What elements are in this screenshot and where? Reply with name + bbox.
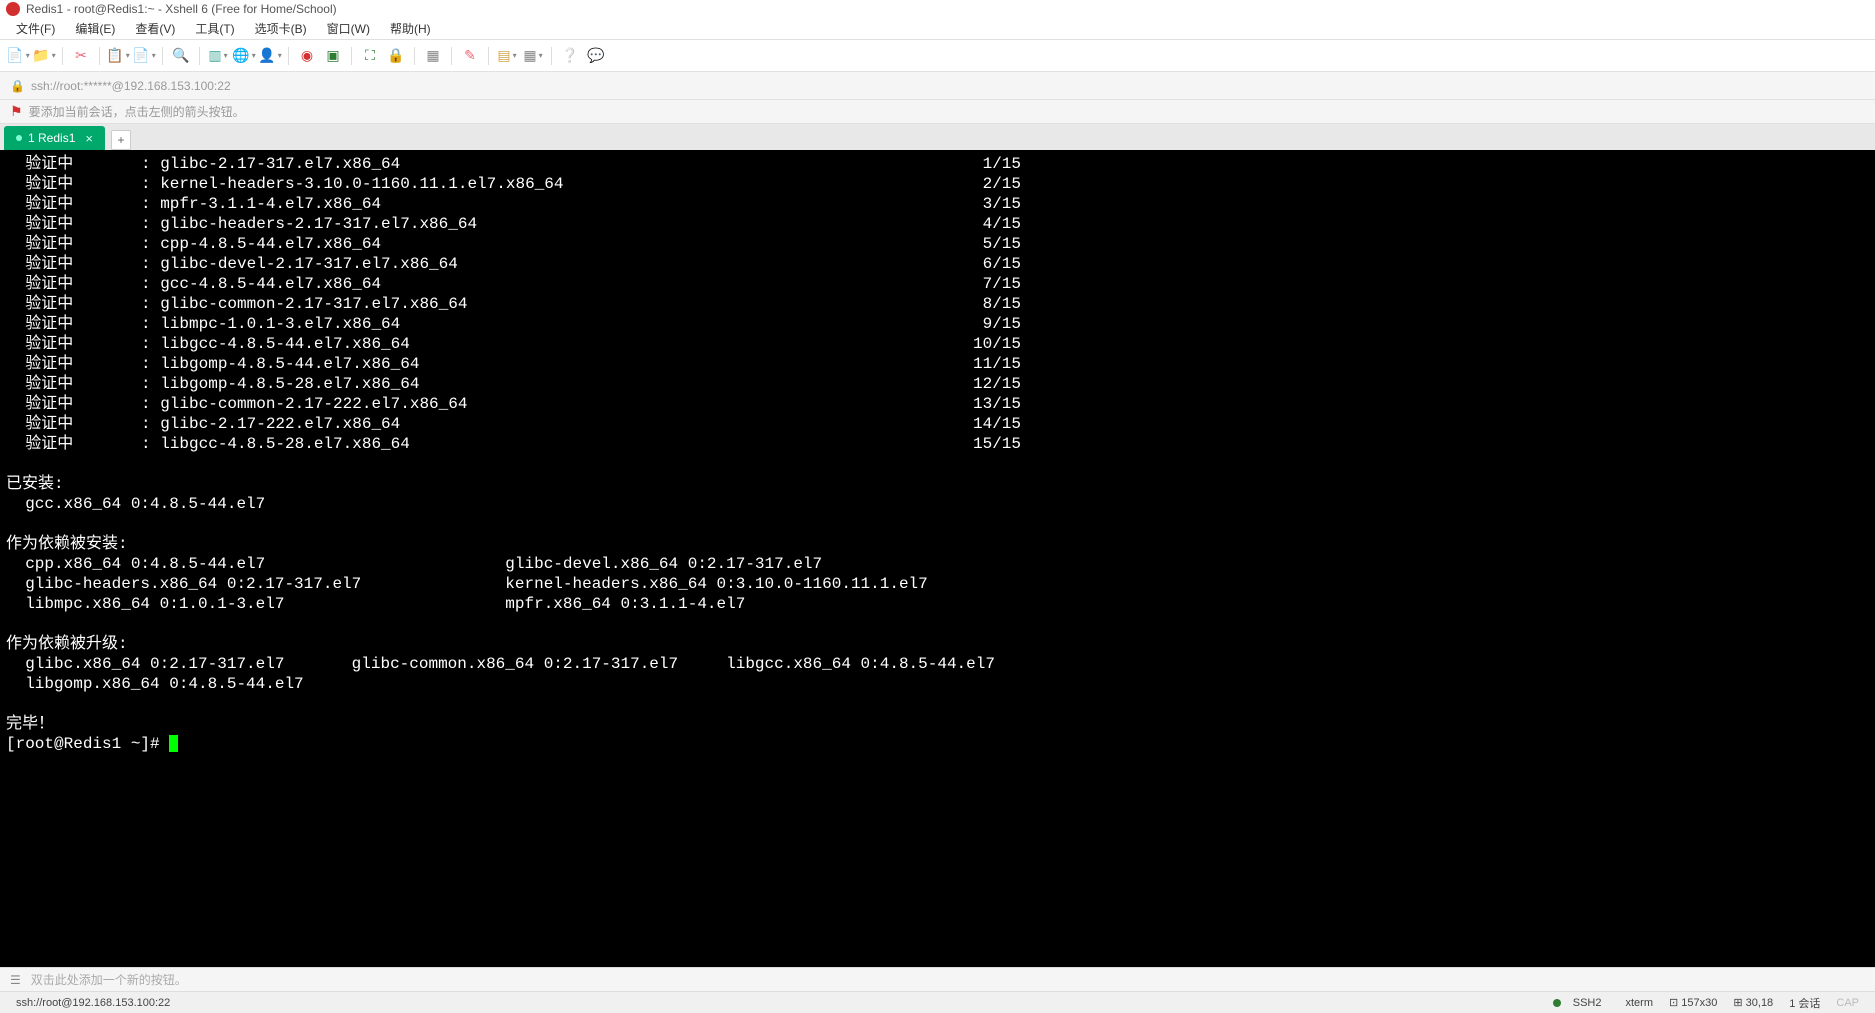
person-icon[interactable]: 👤 <box>260 46 280 66</box>
status-pos: ⊞ 30,18 <box>1733 996 1773 1009</box>
terminal-line: 已安装: <box>6 474 1869 494</box>
paste-icon[interactable]: 📄 <box>134 46 154 66</box>
terminal-line: 验证中: libgomp-4.8.5-44.el7.x86_6411/15 <box>6 354 1869 374</box>
terminal-line: 完毕！ <box>6 714 1869 734</box>
terminal-line: 验证中: glibc-common-2.17-222.el7.x86_6413/… <box>6 394 1869 414</box>
terminal-prompt[interactable]: [root@Redis1 ~]# <box>6 734 1869 754</box>
close-icon[interactable]: × <box>85 131 93 146</box>
terminal-line: 验证中: glibc-headers-2.17-317.el7.x86_644/… <box>6 214 1869 234</box>
terminal-line <box>6 514 1869 534</box>
status-cap: CAP <box>1836 997 1859 1009</box>
bottom-hint-bar[interactable]: ☰ 双击此处添加一个新的按钮。 <box>0 967 1875 991</box>
terminal-line: 验证中: gcc-4.8.5-44.el7.x86_647/15 <box>6 274 1869 294</box>
tab-redis1[interactable]: 1 Redis1 × <box>4 126 105 150</box>
address-url: ssh://root:******@192.168.153.100:22 <box>31 79 231 93</box>
terminal-line: glibc.x86_64 0:2.17-317.el7 glibc-common… <box>6 654 1869 674</box>
terminal-line: 验证中: libmpc-1.0.1-3.el7.x86_649/15 <box>6 314 1869 334</box>
terminal-line <box>6 614 1869 634</box>
status-size: ⊡ 157x30 <box>1669 996 1717 1009</box>
separator <box>451 47 452 65</box>
play-icon[interactable]: ▣ <box>323 46 343 66</box>
tab-label: 1 Redis1 <box>28 131 75 145</box>
hint-bar: ⚑ 要添加当前会话，点击左侧的箭头按钮。 <box>0 100 1875 124</box>
status-connection: ssh://root@192.168.153.100:22 <box>16 997 170 1009</box>
cursor <box>169 735 178 752</box>
highlight-icon[interactable]: ✎ <box>460 46 480 66</box>
separator <box>488 47 489 65</box>
window-title: Redis1 - root@Redis1:~ - Xshell 6 (Free … <box>26 2 337 16</box>
search-icon[interactable]: 🔍 <box>171 46 191 66</box>
record-icon[interactable]: ◉ <box>297 46 317 66</box>
terminal-line: 验证中: glibc-devel-2.17-317.el7.x86_646/15 <box>6 254 1869 274</box>
status-indicator-icon <box>1553 999 1561 1007</box>
menu-file[interactable]: 文件(F) <box>8 18 63 39</box>
menu-edit[interactable]: 编辑(E) <box>67 18 123 39</box>
terminal-line: 作为依赖被安装: <box>6 534 1869 554</box>
terminal-line: 验证中: glibc-2.17-317.el7.x86_641/15 <box>6 154 1869 174</box>
terminal-line: 验证中: libgcc-4.8.5-28.el7.x86_6415/15 <box>6 434 1869 454</box>
help-icon[interactable]: ❔ <box>560 46 580 66</box>
toolbar: 📄 📁 ✂ 📋 📄 🔍 ▥ 🌐 👤 ◉ ▣ ⛶ 🔒 ▦ ✎ ▤ ▦ ❔ 💬 <box>0 40 1875 72</box>
add-tab-button[interactable]: + <box>111 130 131 150</box>
bottom-hint-text: 双击此处添加一个新的按钮。 <box>31 971 187 988</box>
status-dot-icon <box>16 135 22 141</box>
menu-help[interactable]: 帮助(H) <box>382 18 439 39</box>
separator <box>414 47 415 65</box>
app-icon <box>6 2 20 16</box>
separator <box>99 47 100 65</box>
menu-bar: 文件(F) 编辑(E) 查看(V) 工具(T) 选项卡(B) 窗口(W) 帮助(… <box>0 18 1875 40</box>
fullscreen-icon[interactable]: ⛶ <box>360 46 380 66</box>
hint-text: 要添加当前会话，点击左侧的箭头按钮。 <box>29 103 245 120</box>
separator <box>62 47 63 65</box>
separator <box>551 47 552 65</box>
scissors-icon[interactable]: ✂ <box>71 46 91 66</box>
menu-window[interactable]: 窗口(W) <box>319 18 378 39</box>
terminal-line: 验证中: cpp-4.8.5-44.el7.x86_645/15 <box>6 234 1869 254</box>
new-session-icon[interactable]: 📄 <box>8 46 28 66</box>
flag-icon: ⚑ <box>10 103 23 120</box>
terminal-line <box>6 454 1869 474</box>
menu-view[interactable]: 查看(V) <box>127 18 183 39</box>
layout-icon[interactable]: ▤ <box>497 46 517 66</box>
chat-icon[interactable]: 💬 <box>586 46 606 66</box>
terminal-line <box>6 694 1869 714</box>
properties-icon[interactable]: ▥ <box>208 46 228 66</box>
grid-icon[interactable]: ▦ <box>523 46 543 66</box>
lock-icon[interactable]: 🔒 <box>386 46 406 66</box>
status-bar: ssh://root@192.168.153.100:22 SSH2 xterm… <box>0 991 1875 1013</box>
separator <box>288 47 289 65</box>
copy-icon[interactable]: 📋 <box>108 46 128 66</box>
font-icon[interactable]: ▦ <box>423 46 443 66</box>
terminal-line: 作为依赖被升级: <box>6 634 1869 654</box>
terminal-line: glibc-headers.x86_64 0:2.17-317.el7 kern… <box>6 574 1869 594</box>
terminal-line: 验证中: libgomp-4.8.5-28.el7.x86_6412/15 <box>6 374 1869 394</box>
menu-tools[interactable]: 工具(T) <box>187 18 242 39</box>
terminal-line: 验证中: libgcc-4.8.5-44.el7.x86_6410/15 <box>6 334 1869 354</box>
status-proto: SSH2 <box>1545 997 1610 1009</box>
separator <box>199 47 200 65</box>
open-folder-icon[interactable]: 📁 <box>34 46 54 66</box>
terminal-line: 验证中: kernel-headers-3.10.0-1160.11.1.el7… <box>6 174 1869 194</box>
terminal-line: 验证中: mpfr-3.1.1-4.el7.x86_643/15 <box>6 194 1869 214</box>
terminal-line: gcc.x86_64 0:4.8.5-44.el7 <box>6 494 1869 514</box>
status-sessions: 1 会话 <box>1789 995 1820 1011</box>
terminal-line: libgomp.x86_64 0:4.8.5-44.el7 <box>6 674 1869 694</box>
address-bar[interactable]: 🔒 ssh://root:******@192.168.153.100:22 <box>0 72 1875 100</box>
separator <box>351 47 352 65</box>
terminal-line: 验证中: glibc-common-2.17-317.el7.x86_648/1… <box>6 294 1869 314</box>
menu-tabs[interactable]: 选项卡(B) <box>247 18 315 39</box>
lock-small-icon: 🔒 <box>10 79 25 93</box>
terminal-line: libmpc.x86_64 0:1.0.1-3.el7 mpfr.x86_64 … <box>6 594 1869 614</box>
separator <box>162 47 163 65</box>
globe-icon[interactable]: 🌐 <box>234 46 254 66</box>
status-term: xterm <box>1626 997 1654 1009</box>
terminal-line: 验证中: glibc-2.17-222.el7.x86_6414/15 <box>6 414 1869 434</box>
session-tabs: 1 Redis1 × + <box>0 124 1875 150</box>
window-titlebar: Redis1 - root@Redis1:~ - Xshell 6 (Free … <box>0 0 1875 18</box>
terminal-line: cpp.x86_64 0:4.8.5-44.el7 glibc-devel.x8… <box>6 554 1869 574</box>
terminal[interactable]: 验证中: glibc-2.17-317.el7.x86_641/15 验证中: … <box>0 150 1875 967</box>
hamburger-icon[interactable]: ☰ <box>10 973 21 987</box>
